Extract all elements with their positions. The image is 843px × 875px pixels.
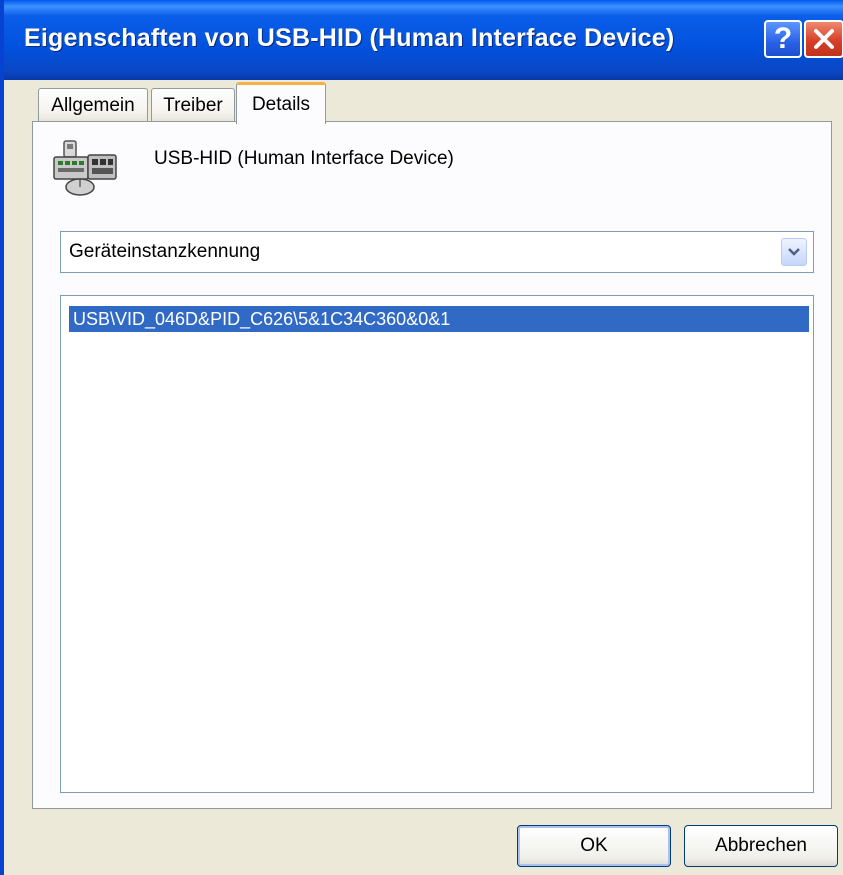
close-button[interactable]	[804, 20, 843, 58]
properties-dialog: Eigenschaften von USB-HID (Human Interfa…	[0, 0, 843, 875]
chevron-down-icon	[788, 248, 800, 256]
property-select-value: Geräteinstanzkennung	[69, 241, 261, 262]
property-select[interactable]: Geräteinstanzkennung	[60, 231, 814, 273]
help-button[interactable]: ?	[764, 20, 802, 58]
tab-label: Details	[251, 93, 311, 115]
tab-treiber[interactable]: Treiber	[151, 88, 235, 122]
help-icon: ?	[773, 22, 793, 55]
window-title: Eigenschaften von USB-HID (Human Interfa…	[24, 24, 675, 52]
tab-label: Allgemein	[51, 94, 135, 116]
tab-details[interactable]: Details	[236, 82, 326, 124]
title-bar[interactable]: Eigenschaften von USB-HID (Human Interfa…	[4, 0, 843, 80]
values-listbox[interactable]: USB\VID_046D&PID_C626\5&1C34C360&0&1	[60, 295, 814, 793]
list-item-selected[interactable]: USB\VID_046D&PID_C626\5&1C34C360&0&1	[69, 306, 809, 332]
hid-device-icon	[53, 140, 117, 196]
cancel-button[interactable]: Abbrechen	[684, 825, 838, 867]
device-name: USB-HID (Human Interface Device)	[154, 148, 454, 169]
ok-button[interactable]: OK	[517, 825, 671, 867]
dropdown-button[interactable]	[781, 238, 807, 266]
close-icon	[814, 29, 834, 49]
tab-label: Treiber	[163, 94, 223, 116]
tab-allgemein[interactable]: Allgemein	[38, 88, 148, 122]
